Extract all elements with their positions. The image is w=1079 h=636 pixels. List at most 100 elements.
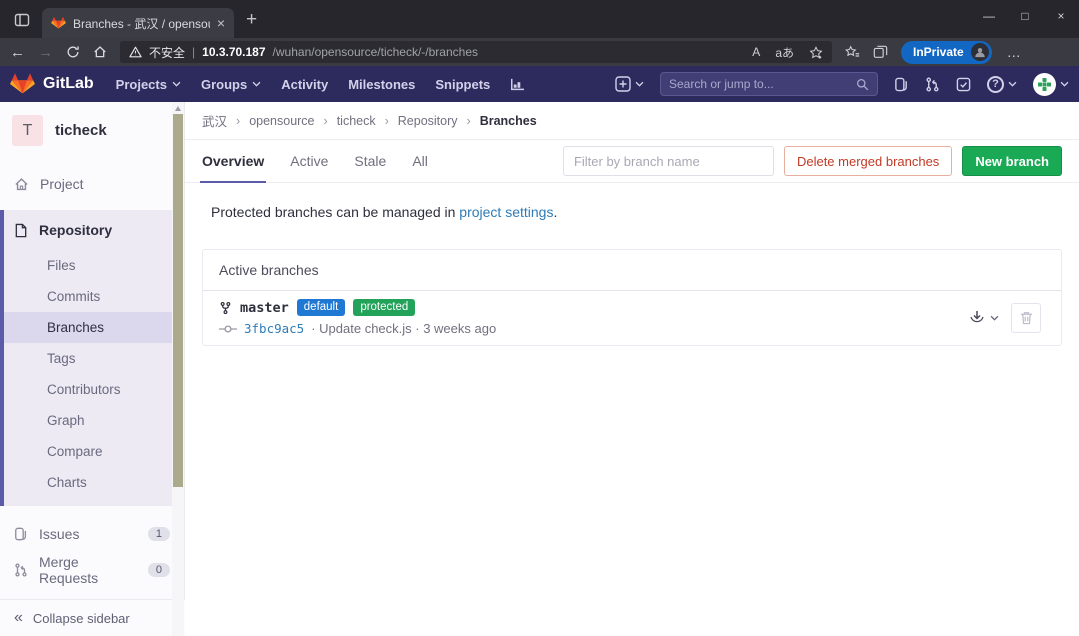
merge-requests-icon[interactable] bbox=[925, 77, 940, 92]
branch-filter-input[interactable] bbox=[563, 146, 774, 176]
help-dropdown[interactable]: ? bbox=[987, 76, 1017, 93]
tab-overview[interactable]: Overview bbox=[202, 140, 264, 182]
sidebar-item-branches[interactable]: Branches bbox=[4, 312, 184, 343]
forward-button[interactable]: → bbox=[38, 45, 53, 60]
chevron-down-icon bbox=[635, 81, 644, 87]
project-settings-link[interactable]: project settings bbox=[459, 204, 553, 220]
address-path: /wuhan/opensource/ticheck/-/branches bbox=[273, 45, 478, 59]
branch-row: master default protected 3fbc9ac5 · Upda… bbox=[203, 291, 1061, 345]
breadcrumb-separator: › bbox=[324, 114, 328, 128]
browser-tab-strip: Branches - 武汉 / opensource / | × + — □ × bbox=[0, 0, 1079, 38]
sidebar-item-commits-label: Commits bbox=[47, 289, 100, 304]
breadcrumb-separator: › bbox=[385, 114, 389, 128]
breadcrumb-separator: › bbox=[467, 114, 471, 128]
project-avatar: T bbox=[12, 115, 43, 146]
tab-all[interactable]: All bbox=[412, 140, 428, 182]
breadcrumb-group[interactable]: 武汉 bbox=[202, 111, 227, 130]
nav-activity[interactable]: Activity bbox=[271, 66, 338, 102]
sidebar-item-charts-label: Charts bbox=[47, 475, 87, 490]
inprivate-label: InPrivate bbox=[913, 45, 964, 59]
branch-info: master default protected 3fbc9ac5 · Upda… bbox=[219, 299, 496, 336]
chevron-down-icon bbox=[990, 315, 999, 321]
branch-name-link[interactable]: master bbox=[240, 300, 289, 316]
gitlab-logo[interactable]: GitLab bbox=[10, 72, 94, 96]
sidebar-item-tags[interactable]: Tags bbox=[4, 343, 184, 374]
repository-icon bbox=[14, 223, 28, 238]
plus-square-icon bbox=[615, 76, 631, 92]
nav-projects[interactable]: Projects bbox=[106, 66, 191, 102]
browser-menu-button[interactable]: … bbox=[1007, 44, 1021, 60]
todos-icon[interactable] bbox=[956, 77, 971, 92]
tab-stale[interactable]: Stale bbox=[354, 140, 386, 182]
nav-statistics[interactable] bbox=[500, 66, 535, 102]
nav-groups[interactable]: Groups bbox=[191, 66, 271, 102]
protected-badge: protected bbox=[353, 299, 415, 316]
collapse-sidebar-button[interactable]: « Collapse sidebar bbox=[0, 599, 185, 636]
browser-toolbar: ← → 不安全 | 10.3.70.187 /wuhan/opensource/… bbox=[0, 38, 1079, 66]
chevron-down-icon bbox=[1008, 81, 1017, 87]
tab-actions-menu-button[interactable] bbox=[10, 8, 34, 32]
refresh-button[interactable] bbox=[66, 45, 80, 59]
security-warning-label: 不安全 bbox=[149, 44, 185, 61]
back-button[interactable]: ← bbox=[10, 45, 25, 60]
inprivate-badge[interactable]: InPrivate bbox=[901, 41, 992, 64]
notice-suffix: . bbox=[553, 204, 557, 220]
global-search[interactable] bbox=[660, 72, 878, 96]
tab-title: Branches - 武汉 / opensource / | bbox=[73, 15, 210, 32]
issues-icon[interactable] bbox=[894, 77, 909, 92]
nav-milestones[interactable]: Milestones bbox=[338, 66, 425, 102]
collections-icon[interactable] bbox=[873, 45, 888, 59]
new-tab-button[interactable]: + bbox=[246, 10, 257, 29]
tab-active[interactable]: Active bbox=[290, 140, 328, 182]
close-button[interactable]: × bbox=[1043, 9, 1079, 23]
maximize-button[interactable]: □ bbox=[1007, 9, 1043, 23]
delete-merged-branches-button[interactable]: Delete merged branches bbox=[784, 146, 952, 176]
scroll-up-arrow-icon[interactable] bbox=[175, 106, 181, 111]
tanuki-icon bbox=[10, 72, 35, 96]
sidebar-item-merge-requests-label: Merge Requests bbox=[39, 554, 137, 586]
translate-icon[interactable]: aあ bbox=[775, 44, 794, 61]
sidebar-item-issues[interactable]: Issues 1 bbox=[0, 516, 184, 552]
breadcrumb-subgroup[interactable]: opensource bbox=[249, 114, 314, 128]
home-button[interactable] bbox=[93, 45, 107, 59]
nav-snippets[interactable]: Snippets bbox=[425, 66, 500, 102]
project-context[interactable]: T ticheck bbox=[0, 102, 184, 158]
search-input[interactable] bbox=[669, 77, 856, 91]
security-warning-icon bbox=[129, 46, 142, 58]
sidebar-item-files[interactable]: Files bbox=[4, 250, 184, 281]
new-menu-dropdown[interactable] bbox=[615, 76, 644, 92]
delete-branch-button[interactable] bbox=[1011, 303, 1041, 333]
breadcrumb-project[interactable]: ticheck bbox=[337, 114, 376, 128]
add-favorite-icon[interactable] bbox=[809, 46, 823, 59]
new-branch-button[interactable]: New branch bbox=[962, 146, 1062, 176]
sidebar-item-charts[interactable]: Charts bbox=[4, 467, 184, 498]
breadcrumb-repository[interactable]: Repository bbox=[398, 114, 458, 128]
sidebar-item-commits[interactable]: Commits bbox=[4, 281, 184, 312]
branches-top-area: Overview Active Stale All Delete merged … bbox=[185, 140, 1079, 183]
sidebar-item-compare[interactable]: Compare bbox=[4, 436, 184, 467]
sidebar-item-repository[interactable]: Repository bbox=[4, 210, 184, 250]
browser-window: Branches - 武汉 / opensource / | × + — □ ×… bbox=[0, 0, 1079, 636]
address-bar[interactable]: 不安全 | 10.3.70.187 /wuhan/opensource/tich… bbox=[120, 41, 832, 63]
favorites-bar-icon[interactable] bbox=[845, 45, 860, 59]
sidebar-item-merge-requests[interactable]: Merge Requests 0 bbox=[0, 552, 184, 588]
scrollbar-thumb[interactable] bbox=[173, 114, 183, 487]
read-aloud-icon[interactable]: A bbox=[752, 45, 760, 59]
tab-close-button[interactable]: × bbox=[217, 16, 225, 30]
download-dropdown[interactable] bbox=[969, 310, 999, 326]
issues-icon bbox=[14, 527, 28, 541]
main-content: 武汉 › opensource › ticheck › Repository ›… bbox=[185, 102, 1079, 636]
sidebar-item-project[interactable]: Project bbox=[0, 166, 184, 202]
breadcrumb-current: Branches bbox=[480, 114, 537, 128]
browser-tab[interactable]: Branches - 武汉 / opensource / | × bbox=[42, 8, 234, 38]
address-separator: | bbox=[192, 45, 195, 59]
commit-sha-link[interactable]: 3fbc9ac5 bbox=[244, 321, 304, 336]
sidebar-item-graph[interactable]: Graph bbox=[4, 405, 184, 436]
sidebar-item-graph-label: Graph bbox=[47, 413, 85, 428]
sidebar-scrollbar[interactable] bbox=[172, 102, 184, 636]
sidebar-item-contributors[interactable]: Contributors bbox=[4, 374, 184, 405]
user-menu-dropdown[interactable] bbox=[1033, 73, 1069, 96]
merge-request-icon bbox=[14, 563, 28, 577]
minimize-button[interactable]: — bbox=[971, 9, 1007, 23]
sidebar-item-branches-label: Branches bbox=[47, 320, 104, 335]
